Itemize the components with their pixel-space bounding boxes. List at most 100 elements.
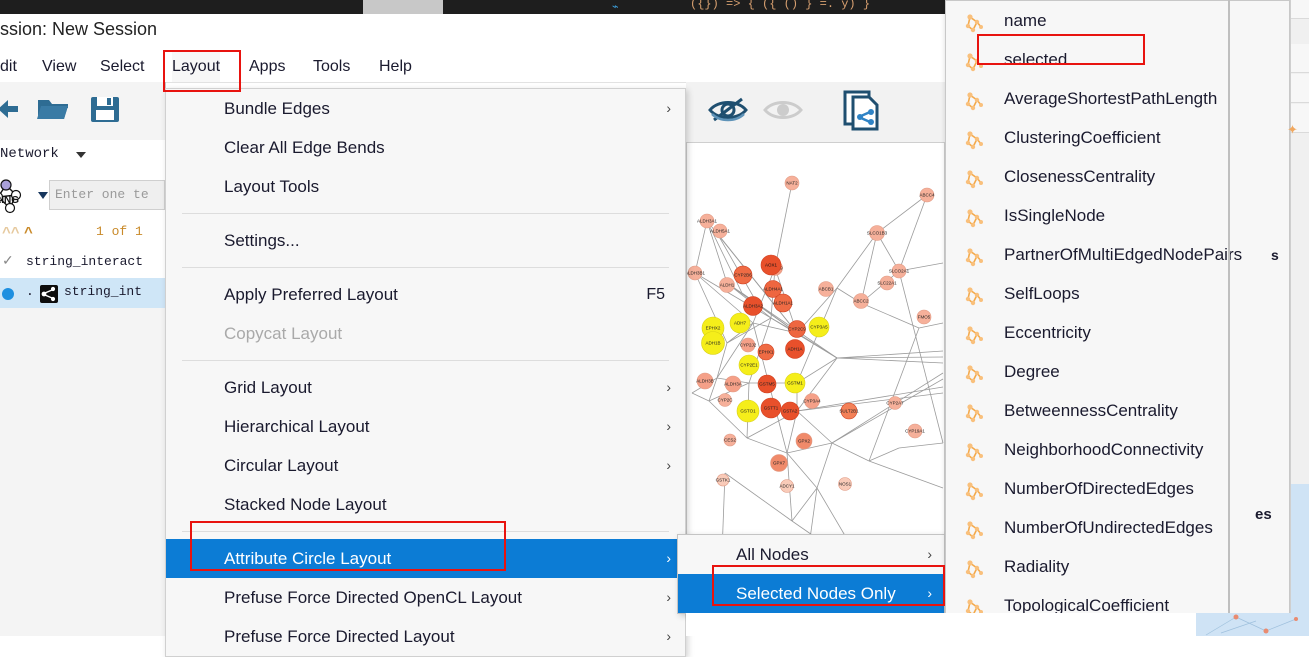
chevron-right-icon: › [666,100,671,116]
attribute-label: ClosenessCentrality [1004,167,1156,186]
svg-text:EPHX1: EPHX1 [759,350,774,355]
menu-item-prefuse-force-directed-layout[interactable]: Prefuse Force Directed Layout › [166,617,685,656]
expand-all-icon[interactable]: ^ [24,224,33,241]
menu-item-stacked-node-layout[interactable]: Stacked Node Layout [166,485,685,524]
network-status-dot-icon [2,288,14,300]
menu-item-settings[interactable]: Settings... [166,221,685,260]
open-folder-icon[interactable] [36,94,70,129]
network-tree-item-root[interactable]: ✓ string_interact [0,248,165,278]
attribute-item-betweennesscentrality[interactable]: BetweennessCentrality [946,391,1289,430]
svg-text:GSTO1: GSTO1 [740,409,756,414]
save-disk-icon[interactable] [88,94,122,129]
attribute-item-neighborhoodconnectivity[interactable]: NeighborhoodConnectivity [946,430,1289,469]
menu-item-layout-tools[interactable]: Layout Tools [166,167,685,206]
chevron-right-icon: › [666,589,671,605]
svg-text:ABCB1: ABCB1 [819,287,834,292]
attribute-item-selected[interactable]: selected [946,40,1289,79]
background-attr-icon: ✦ [1287,122,1298,137]
attribute-item-numberofundirectededges[interactable]: NumberOfUndirectedEdges [946,508,1289,547]
menu-select[interactable]: Select [100,52,144,82]
attribute-item-radiality[interactable]: Radiality [946,547,1289,586]
svg-text:CYP2J2: CYP2J2 [740,343,757,348]
node-attribute-icon [964,205,986,228]
chevron-right-icon: › [927,585,932,601]
menu-item-label: Grid Layout [224,378,312,397]
menu-item-circular-layout[interactable]: Circular Layout › [166,446,685,485]
menu-layout[interactable]: Layout [172,52,221,82]
node-attribute-icon [964,556,986,579]
code-caret-icon: ⌁ [612,1,619,13]
svg-text:CYP3A5: CYP3A5 [810,325,828,330]
menu-item-prefuse-force-directed-opencl-layout[interactable]: Prefuse Force Directed OpenCL Layout › [166,578,685,617]
node-attribute-icon [964,400,986,423]
menu-view[interactable]: View [42,52,76,82]
attribute-item-closenesscentrality[interactable]: ClosenessCentrality [946,157,1289,196]
main-toolbar [0,82,165,141]
svg-text:ALDH3B: ALDH3B [696,379,714,384]
panel-divider [1228,0,1230,613]
string-db-chevron-icon[interactable] [38,192,48,199]
network-share-icon [40,285,58,303]
attribute-item-eccentricity[interactable]: Eccentricity [946,313,1289,352]
back-arrow-icon[interactable] [0,94,20,129]
svg-text:CYP19A1: CYP19A1 [905,429,925,434]
menu-edit[interactable]: dit [0,52,17,82]
attribute-item-clusteringcoefficient[interactable]: ClusteringCoefficient [946,118,1289,157]
control-panel-tab-network[interactable]: Network [0,140,165,173]
attribute-item-averageshortestpathlength[interactable]: AverageShortestPathLength [946,79,1289,118]
attribute-item-selfloops[interactable]: SelfLoops [946,274,1289,313]
menu-item-hierarchical-layout[interactable]: Hierarchical Layout › [166,407,685,446]
attribute-label: BetweennessCentrality [1004,401,1178,420]
string-db-icon[interactable]: RING [0,175,38,220]
svg-text:ALDH3B1: ALDH3B1 [687,271,706,276]
attribute-label: selected [1004,50,1068,69]
menu-item-apply-preferred-layout[interactable]: Apply Preferred Layout F5 [166,275,685,314]
svg-text:ALDH4A1: ALDH4A1 [763,287,784,292]
attribute-item-name[interactable]: name [946,1,1289,40]
hide-selected-icon[interactable] [706,92,750,133]
svg-text:ALDH3A2: ALDH3A2 [743,304,764,309]
menu-item-bundle-edges[interactable]: Bundle Edges › [166,89,685,128]
search-input[interactable]: Enter one te [49,180,165,210]
submenu-item-all-nodes[interactable]: All Nodes › [678,535,944,574]
network-tree-item-child[interactable]: . string_int [0,278,165,308]
menu-item-grid-layout[interactable]: Grid Layout › [166,368,685,407]
menu-item-attribute-circle-layout[interactable]: Attribute Circle Layout › [166,539,685,578]
menu-help[interactable]: Help [379,52,412,82]
check-icon: ✓ [2,254,14,270]
attribute-item-partnerofmultiedgednodepairs[interactable]: PartnerOfMultiEdgedNodePairs [946,235,1289,274]
svg-text:CES2: CES2 [724,438,736,443]
attribute-label: Radiality [1004,557,1070,576]
submenu-item-selected-nodes-only[interactable]: Selected Nodes Only › [678,574,944,613]
attribute-item-degree[interactable]: Degree [946,352,1289,391]
node-attribute-icon [964,283,986,306]
attribute-item-numberofdirectededges[interactable]: NumberOfDirectedEdges [946,469,1289,508]
background-code-text: ({}) => { ({ () } =. y) } [690,0,871,11]
svg-text:GSTM5: GSTM5 [759,382,775,387]
show-all-icon[interactable] [762,92,804,133]
attribute-label: Eccentricity [1004,323,1091,342]
app-root: ⌁ ({}) => { ({ () } =. y) } ssion: New S… [0,0,1309,657]
menu-item-copycat-layout: Copycat Layout [166,314,685,353]
menu-apps[interactable]: Apps [249,52,285,82]
chevron-down-icon[interactable] [76,152,86,158]
menu-item-label: Copycat Layout [224,324,343,343]
menu-item-shortcut: F5 [646,286,665,303]
menu-item-label: Prefuse Force Directed Layout [224,627,455,646]
attribute-label: name [1004,11,1047,30]
collapse-all-icon[interactable]: ^^ [2,224,20,241]
network-nav-row: ^^ ^ 1 of 1 [0,218,165,249]
menu-separator [182,213,669,214]
menu-tools[interactable]: Tools [313,52,350,82]
control-panel: Network RING Enter one te [0,82,166,636]
copy-network-icon[interactable] [842,88,884,137]
network-count-label: 1 of 1 [96,224,143,239]
attribute-label: AverageShortestPathLength [1004,89,1218,108]
svg-text:NAT2: NAT2 [786,181,798,186]
svg-text:ALDH1A1: ALDH1A1 [773,301,794,306]
svg-text:CYP3A4: CYP3A4 [803,399,821,404]
attribute-item-issinglenode[interactable]: IsSingleNode [946,196,1289,235]
svg-text:SULT2B1: SULT2B1 [839,409,859,414]
window-button-group [363,0,443,14]
menu-item-clear-all-edge-bends[interactable]: Clear All Edge Bends [166,128,685,167]
